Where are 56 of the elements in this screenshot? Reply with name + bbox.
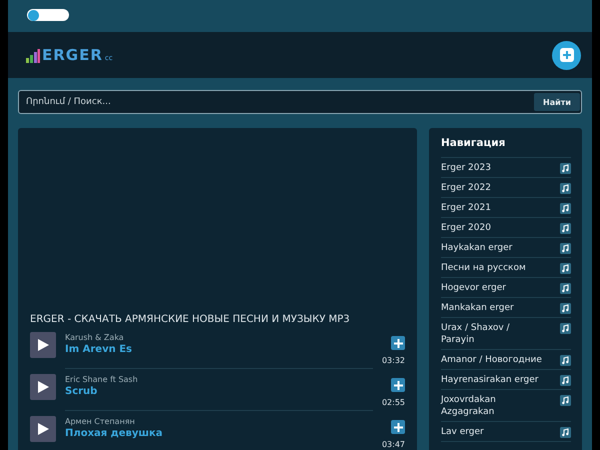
plus-icon [560,48,574,62]
add-track-button[interactable] [391,420,405,434]
track-duration: 02:55 [382,398,405,407]
add-track-button[interactable] [391,378,405,392]
track-title[interactable]: Scrub [65,385,373,398]
nav-link[interactable]: Haykakan erger [441,242,545,254]
nav-link[interactable]: Lav erger [441,426,545,438]
track-duration: 03:47 [382,440,405,449]
search-button[interactable]: Найти [534,93,580,111]
cover-placeholder[interactable] [30,416,56,442]
music-note-icon [560,355,571,366]
music-note-icon [560,203,571,214]
logo-text[interactable]: ERGER [42,47,103,63]
music-note-icon [560,283,571,294]
nav-link[interactable]: Hogevor erger [441,282,545,294]
music-note-icon [560,243,571,254]
music-note-icon [560,303,571,314]
cover-placeholder[interactable] [30,332,56,358]
plus-icon [394,422,402,432]
panel-title: Навигация [441,128,571,158]
music-note-icon [560,395,571,406]
nav-link[interactable]: Amanor / Новогодние [441,354,545,366]
add-button[interactable] [552,40,581,70]
music-note-icon [560,223,571,234]
play-icon [37,381,49,393]
music-note-icon [560,323,571,334]
artist-name: Армен Степанян [65,416,136,427]
theme-toggle[interactable] [27,9,69,21]
music-note-icon [560,427,571,438]
nav-link[interactable]: Erger 2021 [441,202,545,214]
play-icon [37,423,49,435]
section-title: ERGER - СКАЧАТЬ АРМЯНСКИЕ НОВЫЕ ПЕСНИ И МУЗЫКУ MP3 [30,314,351,326]
music-note-icon [560,263,571,274]
nav-link[interactable]: Hayrenasirakan erger [441,374,545,386]
equalizer-icon [26,49,40,63]
music-note-icon [560,183,571,194]
cover-placeholder[interactable] [30,374,56,400]
nav-link[interactable]: Песни на русском [441,262,545,274]
music-note-icon [560,163,571,174]
play-icon [37,339,49,351]
nav-link[interactable]: Erger 2020 [441,222,545,234]
nav-link[interactable]: Joxovrdakan Azgagrakan [441,394,545,418]
nav-link[interactable]: Mankakan erger [441,302,545,314]
artist-name: Eric Shane ft Sash [65,374,139,385]
track-duration: 03:32 [382,356,405,365]
music-note-icon [560,375,571,386]
track-title[interactable]: Im Arevn Es [65,343,373,356]
nav-link[interactable]: Erger 2022 [441,182,545,194]
plus-icon [394,338,402,348]
track-title[interactable]: Плохая девушка [65,427,373,440]
artist-name: Karush & Zaka [65,332,125,343]
nav-link[interactable]: Erger 2023 [441,162,545,174]
plus-icon [394,380,402,390]
nav-link[interactable]: Urax / Shaxov / Parayin [441,322,545,346]
search-field[interactable]: Որոնում / Поиск... Найти [18,90,582,114]
add-track-button[interactable] [391,336,405,350]
